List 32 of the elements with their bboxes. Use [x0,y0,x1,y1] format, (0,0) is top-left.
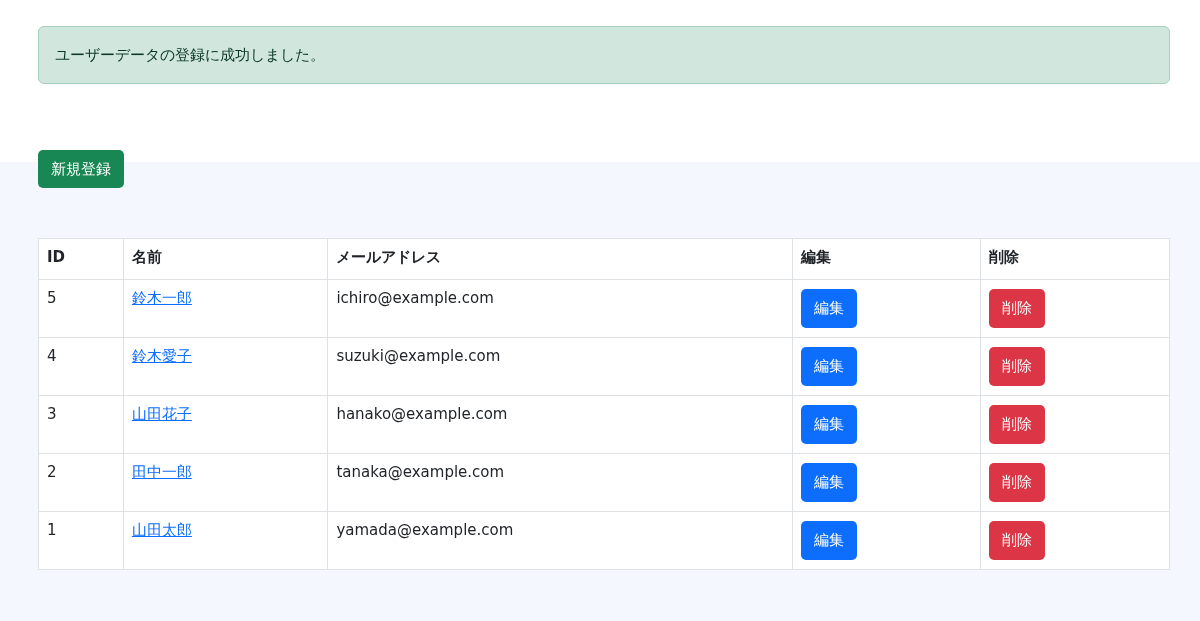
delete-button[interactable]: 削除 [989,463,1046,502]
column-header: 名前 [123,238,328,280]
success-alert: ユーザーデータの登録に成功しました。 [38,26,1170,84]
email-cell: suzuki@example.com [327,337,793,396]
email-cell: ichiro@example.com [327,279,793,338]
delete-button[interactable]: 削除 [989,347,1046,386]
column-header: 削除 [980,238,1170,280]
email-cell: yamada@example.com [327,511,793,570]
edit-button[interactable]: 編集 [800,289,857,328]
edit-button[interactable]: 編集 [800,347,857,386]
id-cell: 1 [38,511,124,570]
email-cell: hanako@example.com [327,395,793,454]
id-cell: 4 [38,337,124,396]
delete-button[interactable]: 削除 [989,289,1046,328]
new-registration-button[interactable]: 新規登録 [38,150,124,188]
name-link[interactable]: 山田太郎 [131,521,192,539]
id-cell: 3 [38,395,124,454]
edit-button[interactable]: 編集 [800,405,857,444]
name-link[interactable]: 鈴木愛子 [131,347,192,365]
name-link[interactable]: 田中一郎 [131,463,192,481]
edit-button[interactable]: 編集 [800,521,857,560]
id-cell: 5 [38,279,124,338]
edit-button[interactable]: 編集 [800,463,857,502]
delete-button[interactable]: 削除 [989,521,1046,560]
id-cell: 2 [38,453,124,512]
name-link[interactable]: 鈴木一郎 [131,289,192,307]
delete-button[interactable]: 削除 [989,405,1046,444]
email-cell: tanaka@example.com [327,453,793,512]
column-header: ID [38,238,124,280]
column-header: メールアドレス [327,238,793,280]
column-header: 編集 [792,238,981,280]
name-link[interactable]: 山田花子 [131,405,192,423]
